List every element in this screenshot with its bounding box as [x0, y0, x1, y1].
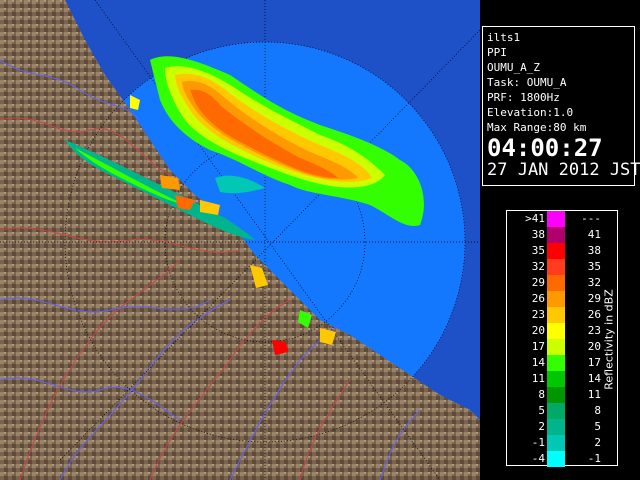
legend-high-value: 2	[594, 436, 601, 449]
product-type: PPI	[487, 46, 507, 59]
legend-swatch	[547, 307, 565, 323]
legend-high-value: 14	[587, 372, 601, 385]
legend-swatch	[547, 451, 565, 467]
legend-swatch	[547, 227, 565, 243]
legend-swatch	[547, 435, 565, 451]
legend-low-value: 14	[531, 356, 545, 369]
legend-unit: Reflectivity in dBZ	[599, 275, 616, 405]
scan-time: 04:00:27	[487, 134, 603, 162]
legend-low-value: 32	[531, 260, 545, 273]
legend-low-value: 5	[538, 404, 545, 417]
legend-swatch	[547, 339, 565, 355]
legend-low-value: 2	[538, 420, 545, 433]
legend-high-value: ---	[581, 212, 601, 225]
legend-low-value: 35	[531, 244, 545, 257]
scan-date: 27 JAN 2012 JST	[487, 160, 640, 180]
legend-low-value: 29	[531, 276, 545, 289]
legend-high-value: 23	[587, 324, 601, 337]
legend-swatch	[547, 275, 565, 291]
legend-high-value: 8	[594, 404, 601, 417]
legend-low-value: 26	[531, 292, 545, 305]
legend-high-value: 41	[587, 228, 601, 241]
legend-high-value: 17	[587, 356, 601, 369]
legend-high-value: 32	[587, 276, 601, 289]
legend-high-value: -1	[587, 452, 601, 465]
legend-row: 32 35	[507, 259, 617, 275]
legend-swatch	[547, 211, 565, 227]
legend-unit-label: Reflectivity in dBZ	[602, 289, 616, 390]
elevation-label: Elevation:1.0	[487, 106, 574, 119]
legend-swatch	[547, 291, 565, 307]
station-name: ilts1	[487, 31, 521, 44]
radar-ppi-map[interactable]	[0, 0, 480, 480]
legend-high-value: 26	[587, 308, 601, 321]
legend-swatch	[547, 387, 565, 403]
legend-swatch	[547, 419, 565, 435]
legend-swatch	[547, 403, 565, 419]
legend-row: -4 -1	[507, 451, 617, 467]
legend-swatch	[547, 259, 565, 275]
legend-low-value: >41	[525, 212, 545, 225]
legend-low-value: 11	[531, 372, 545, 385]
legend-row: 38 41	[507, 227, 617, 243]
legend-row: -1 2	[507, 435, 617, 451]
legend-row: >41 ---	[507, 211, 617, 227]
legend-low-value: 8	[538, 388, 545, 401]
legend-swatch	[547, 323, 565, 339]
legend-high-value: 38	[587, 244, 601, 257]
legend-low-value: 38	[531, 228, 545, 241]
prf-label: PRF: 1800Hz	[487, 91, 560, 104]
radar-map-svg	[0, 0, 480, 480]
legend-low-value: 20	[531, 324, 545, 337]
task-label: Task: OUMU_A	[487, 76, 567, 89]
legend-low-value: 17	[531, 340, 545, 353]
legend-low-value: -1	[531, 436, 545, 449]
legend-high-value: 11	[587, 388, 601, 401]
legend-high-value: 35	[587, 260, 601, 273]
legend-high-value: 20	[587, 340, 601, 353]
legend-low-value: -4	[531, 452, 545, 465]
side-panel: ilts1 PPI OUMU_A_Z Task: OUMU_A PRF: 180…	[480, 0, 640, 480]
legend-high-value: 5	[594, 420, 601, 433]
reflectivity-legend: >41 --- 38 41 35 38 32 35 29 32 26 29 23 26 20 23 17 20 14…	[506, 210, 618, 467]
product-id: OUMU_A_Z	[487, 61, 540, 74]
legend-swatch	[547, 243, 565, 259]
legend-row: 35 38	[507, 243, 617, 259]
legend-high-value: 29	[587, 292, 601, 305]
max-range-label: Max Range:80 km	[487, 121, 587, 134]
legend-row: 25	[507, 419, 617, 435]
legend-swatch	[547, 371, 565, 387]
legend-row: 58	[507, 403, 617, 419]
legend-low-value: 23	[531, 308, 545, 321]
legend-swatch	[547, 355, 565, 371]
radar-info-box: ilts1 PPI OUMU_A_Z Task: OUMU_A PRF: 180…	[482, 26, 640, 186]
